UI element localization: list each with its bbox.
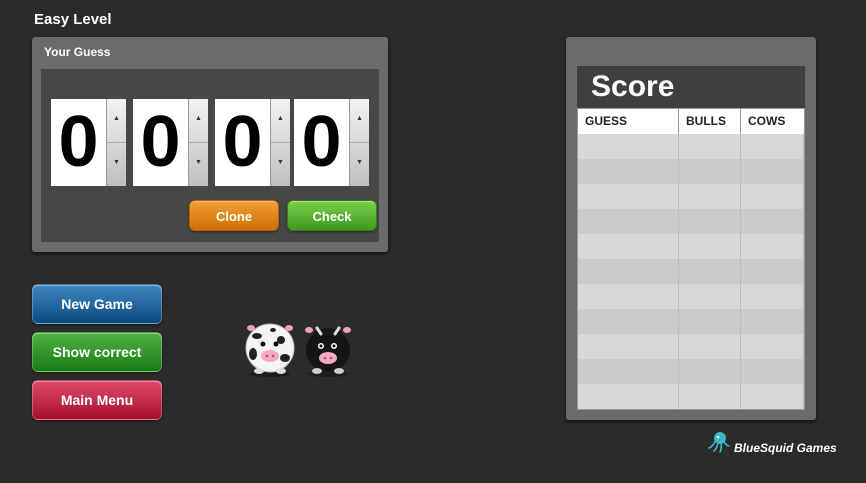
decrement-arrow-icon[interactable]: ▼ xyxy=(107,143,126,186)
score-cell-cows xyxy=(741,184,804,209)
guess-inner: 0 ▲ ▼ 0 ▲ ▼ 0 ▲ ▼ 0 ▲ ▼ Clone Check xyxy=(41,69,379,242)
score-cell-bulls xyxy=(679,309,741,334)
score-row xyxy=(578,384,804,409)
check-button[interactable]: Check xyxy=(287,200,377,231)
score-cell-guess xyxy=(578,159,679,184)
score-cell-cows xyxy=(741,359,804,384)
score-row xyxy=(578,159,804,184)
score-cell-guess xyxy=(578,334,679,359)
score-cell-bulls xyxy=(679,359,741,384)
increment-arrow-icon[interactable]: ▲ xyxy=(271,99,290,143)
brand-name: BlueSquid Games xyxy=(734,441,837,455)
score-cell-bulls xyxy=(679,184,741,209)
spinner-control: ▲ ▼ xyxy=(349,99,369,186)
white-cow-icon xyxy=(245,323,295,377)
score-cell-guess xyxy=(578,384,679,409)
level-title: Easy Level xyxy=(34,11,112,28)
score-cell-guess xyxy=(578,209,679,234)
spinner-control: ▲ ▼ xyxy=(106,99,126,186)
score-row xyxy=(578,284,804,309)
score-cell-cows xyxy=(741,259,804,284)
black-cow-icon xyxy=(305,326,351,377)
score-cell-bulls xyxy=(679,284,741,309)
score-cell-guess xyxy=(578,259,679,284)
score-cell-bulls xyxy=(679,134,741,159)
score-cell-bulls xyxy=(679,234,741,259)
score-cell-cows xyxy=(741,284,804,309)
score-row xyxy=(578,234,804,259)
spinner-control: ▲ ▼ xyxy=(270,99,290,186)
score-row xyxy=(578,134,804,159)
increment-arrow-icon[interactable]: ▲ xyxy=(189,99,208,143)
digit-spinner-3: 0 ▲ ▼ xyxy=(215,99,290,186)
score-cell-guess xyxy=(578,309,679,334)
score-cell-guess xyxy=(578,234,679,259)
decrement-arrow-icon[interactable]: ▼ xyxy=(271,143,290,186)
digit-value: 0 xyxy=(215,99,270,186)
score-cell-bulls xyxy=(679,259,741,284)
squid-icon xyxy=(708,432,730,453)
increment-arrow-icon[interactable]: ▲ xyxy=(107,99,126,143)
digit-spinner-1: 0 ▲ ▼ xyxy=(51,99,126,186)
decrement-arrow-icon[interactable]: ▼ xyxy=(350,143,369,186)
score-cell-cows xyxy=(741,209,804,234)
score-header: Score xyxy=(577,66,805,108)
spinner-control: ▲ ▼ xyxy=(188,99,208,186)
guess-panel: Your Guess 0 ▲ ▼ 0 ▲ ▼ 0 ▲ ▼ 0 ▲ ▼ Clone… xyxy=(32,37,388,252)
main-menu-button[interactable]: Main Menu xyxy=(32,380,162,420)
score-cell-cows xyxy=(741,134,804,159)
digit-spinner-4: 0 ▲ ▼ xyxy=(294,99,369,186)
score-cell-guess xyxy=(578,184,679,209)
digit-value: 0 xyxy=(294,99,349,186)
score-cell-cows xyxy=(741,309,804,334)
decrement-arrow-icon[interactable]: ▼ xyxy=(189,143,208,186)
new-game-button[interactable]: New Game xyxy=(32,284,162,324)
score-row xyxy=(578,359,804,384)
digit-value: 0 xyxy=(51,99,106,186)
score-cell-cows xyxy=(741,384,804,409)
score-panel: Score GUESS BULLS COWS xyxy=(566,37,816,420)
column-header-guess: GUESS xyxy=(578,109,679,134)
digit-value: 0 xyxy=(133,99,188,186)
digit-spinner-2: 0 ▲ ▼ xyxy=(133,99,208,186)
score-row xyxy=(578,309,804,334)
increment-arrow-icon[interactable]: ▲ xyxy=(350,99,369,143)
score-row xyxy=(578,209,804,234)
clone-button[interactable]: Clone xyxy=(189,200,279,231)
score-row xyxy=(578,259,804,284)
score-cell-bulls xyxy=(679,209,741,234)
score-title: Score xyxy=(591,70,675,103)
column-header-cows: COWS xyxy=(748,114,786,128)
score-table: GUESS BULLS COWS xyxy=(577,108,805,410)
score-cell-cows xyxy=(741,234,804,259)
score-cell-bulls xyxy=(679,384,741,409)
score-row xyxy=(578,334,804,359)
column-header-bulls: BULLS xyxy=(679,109,741,134)
show-correct-button[interactable]: Show correct xyxy=(32,332,162,372)
score-cell-cows xyxy=(741,334,804,359)
guess-panel-title: Your Guess xyxy=(44,45,111,59)
score-cell-guess xyxy=(578,134,679,159)
score-cell-guess xyxy=(578,359,679,384)
score-row xyxy=(578,184,804,209)
score-table-header: GUESS BULLS COWS xyxy=(578,109,804,135)
score-cell-guess xyxy=(578,284,679,309)
score-cell-bulls xyxy=(679,159,741,184)
score-cell-cows xyxy=(741,159,804,184)
score-cell-bulls xyxy=(679,334,741,359)
